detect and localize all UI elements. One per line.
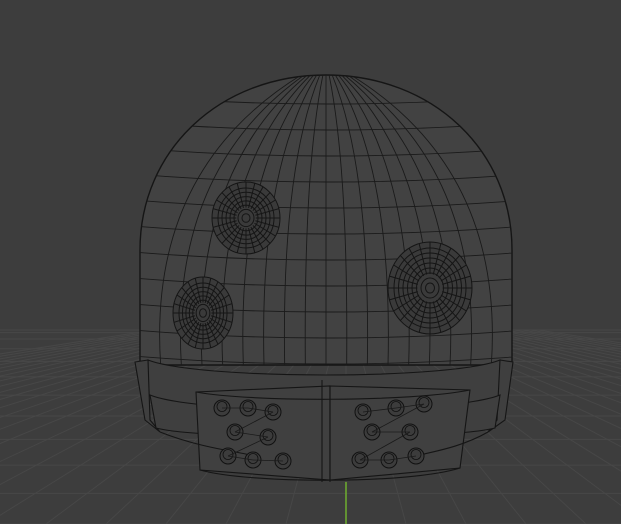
- right-vent[interactable]: [387, 241, 473, 335]
- left-upper-vent[interactable]: [211, 181, 281, 255]
- 3d-viewport[interactable]: [0, 0, 621, 524]
- viewport-canvas[interactable]: [0, 0, 621, 524]
- left-lower-vent[interactable]: [172, 276, 234, 350]
